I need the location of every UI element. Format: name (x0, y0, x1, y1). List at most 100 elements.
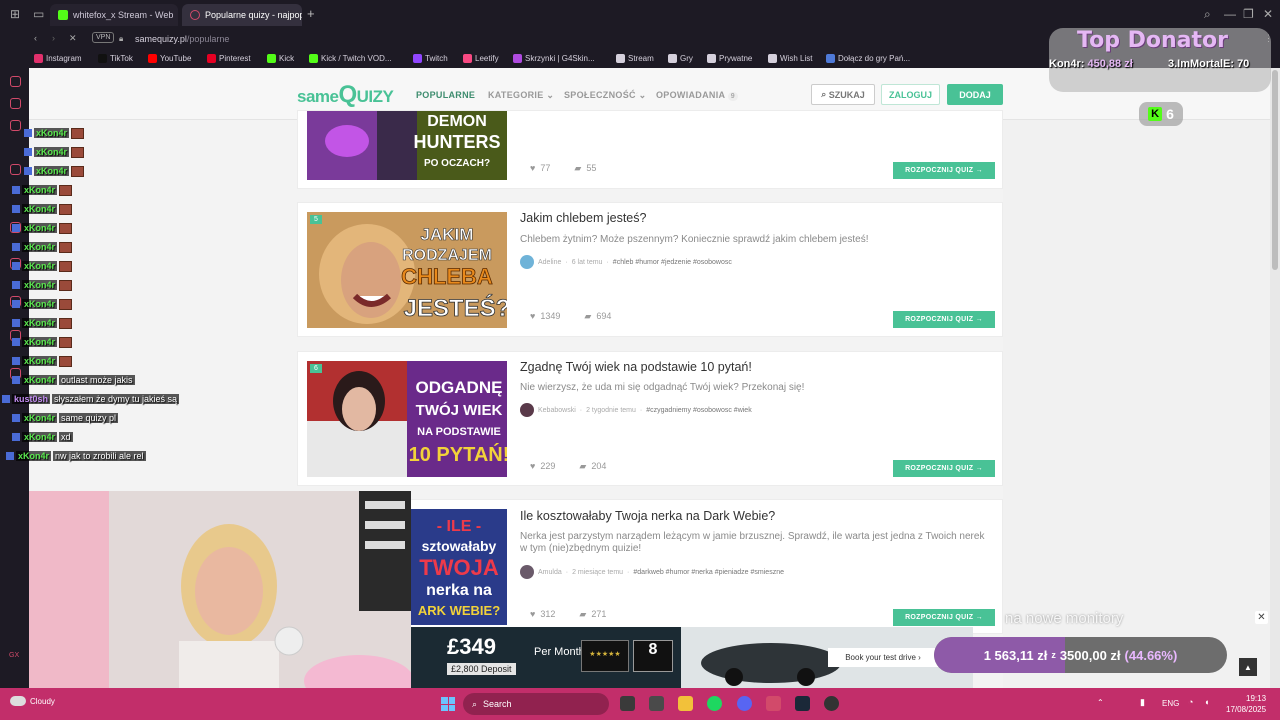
close-ad-button[interactable]: ✕ (1255, 611, 1268, 624)
quiz-title[interactable]: Jakim chlebem jesteś? (520, 211, 646, 225)
gx-icon[interactable]: GX (9, 652, 19, 659)
forward-icon[interactable]: › (52, 33, 55, 43)
bookmark-twitch[interactable]: Twitch (413, 54, 448, 63)
quiz-thumbnail[interactable]: JAKIM RODZAJEM CHLEBA JESTEŚ? 5 (307, 212, 507, 328)
chat-username[interactable]: xKon4r (22, 356, 58, 366)
nav-categories[interactable]: KATEGORIE ⌄ (488, 90, 554, 101)
comments-count[interactable]: ▰ 204 (579, 461, 606, 472)
chat-username[interactable]: xKon4r (22, 337, 58, 347)
obs-icon[interactable] (824, 696, 839, 711)
quiz-thumbnail[interactable]: ODGADNĘ TWÓJ WIEK NA PODSTAWIE 10 PYTAŃ!… (307, 361, 507, 477)
nav-popular[interactable]: POPULARNE (416, 90, 475, 100)
opera-gx-icon[interactable] (766, 696, 781, 711)
task-view-icon[interactable] (620, 696, 635, 711)
gaming-icon[interactable] (10, 120, 21, 131)
likes-count[interactable]: ♥ 77 (530, 163, 550, 174)
spotify-icon[interactable] (707, 696, 722, 711)
discord-icon[interactable] (737, 696, 752, 711)
chat-username[interactable]: kust0sh (12, 394, 51, 404)
chat-username[interactable]: xKon4r (16, 451, 52, 461)
back-to-top-button[interactable]: ▲ (1239, 658, 1257, 676)
weather-widget[interactable]: Cloudy (10, 696, 55, 706)
author-name[interactable]: Kebabowski (538, 407, 576, 414)
author-name[interactable]: Amulda (538, 569, 562, 576)
quiz-title[interactable]: Ile kosztowałaby Twoja nerka na Dark Web… (520, 509, 775, 523)
start-quiz-button[interactable]: ROZPOCZNIJ QUIZ → (893, 460, 995, 477)
chat-username[interactable]: xKon4r (22, 413, 58, 423)
scrollbar-thumb[interactable] (1272, 70, 1278, 270)
bookmark-kick[interactable]: Kick (267, 54, 294, 63)
bookmark-instagram[interactable]: Instagram (34, 54, 82, 63)
search-button[interactable]: ⌕ SZUKAJ (811, 84, 875, 105)
tray-app-icon[interactable]: ▮ (1140, 697, 1145, 708)
likes-count[interactable]: ♥ 312 (530, 609, 555, 620)
bookmark-folder-prywatne[interactable]: Prywatne (707, 54, 752, 63)
new-tab-button[interactable]: + (307, 6, 315, 21)
store-icon[interactable] (649, 696, 664, 711)
vpn-badge[interactable]: VPN (92, 32, 115, 43)
browser-menu-icon[interactable]: ⊞ (10, 7, 20, 21)
taskbar-clock[interactable]: 19:13 17/08/2025 (1226, 693, 1266, 715)
author-name[interactable]: Adeline (538, 259, 561, 266)
samequizy-logo[interactable]: sameQUIZY (297, 81, 394, 109)
wifi-icon[interactable]: ◔ (1188, 697, 1193, 707)
avatar[interactable] (520, 565, 534, 579)
chat-username[interactable]: xKon4r (22, 223, 58, 233)
file-explorer-icon[interactable] (678, 696, 693, 711)
bookmark-leetify[interactable]: Leetify (463, 54, 499, 63)
maximize-icon[interactable]: ❐ (1243, 7, 1254, 21)
bookmark-tiktok[interactable]: TikTok (98, 54, 133, 63)
taskbar-search[interactable]: ⌕ Search (463, 693, 609, 715)
bookmark-folder-wish-list[interactable]: Wish List (768, 54, 812, 63)
avatar[interactable] (520, 255, 534, 269)
bookmark-folder-gry[interactable]: Gry (668, 54, 693, 63)
chat-username[interactable]: xKon4r (22, 280, 58, 290)
back-icon[interactable]: ‹ (34, 33, 37, 43)
url-field[interactable]: samequizy.pl/popularne (135, 34, 229, 44)
quiz-tags[interactable]: #darkweb #humor #nerka #pieniadze #smies… (633, 569, 784, 576)
lock-icon[interactable]: 🔒︎ (119, 34, 123, 44)
quiz-tags[interactable]: #czygadniemy #osobowosc #wiek (646, 407, 751, 414)
bookmark-join-game[interactable]: Dołącz do gry Pań... (826, 54, 910, 63)
chat-username[interactable]: xKon4r (22, 299, 58, 309)
quiz-title[interactable]: Zgadnę Twój wiek na podstawie 10 pytań! (520, 360, 752, 374)
volume-icon[interactable]: ◖ (1204, 697, 1209, 707)
language-indicator[interactable]: ENG (1162, 699, 1179, 708)
bookmark-pinterest[interactable]: Pinterest (207, 54, 251, 63)
car-advertisement[interactable]: £349 Per Month £2,800 Deposit ★★★★★ 8 Bo… (411, 627, 973, 688)
nav-stories[interactable]: OPOWIADANIA 9 (656, 90, 738, 101)
home-icon[interactable] (10, 76, 21, 87)
chat-username[interactable]: xKon4r (22, 375, 58, 385)
tab-popular-quizzes[interactable]: Popularne quizy - najpop (182, 4, 302, 26)
tab-stream[interactable]: whitefox_x Stream - Web (50, 4, 178, 26)
close-icon[interactable]: ✕ (1263, 7, 1273, 21)
bookmark-skrzynki[interactable]: Skrzynki | G4Skin... (513, 54, 595, 63)
comments-count[interactable]: ▰ 271 (579, 609, 606, 620)
tab-manager-icon[interactable]: ▭ (33, 7, 44, 21)
comments-count[interactable]: ▰ 55 (574, 163, 596, 174)
bookmark-folder-stream[interactable]: Stream (616, 54, 654, 63)
tray-overflow-icon[interactable]: ⌃ (1097, 698, 1104, 707)
chat-username[interactable]: xKon4r (22, 204, 58, 214)
chat-username[interactable]: xKon4r (34, 147, 70, 157)
start-quiz-button[interactable]: ROZPOCZNIJ QUIZ → (893, 162, 995, 179)
sidebar-app-icon[interactable] (10, 164, 21, 175)
bookmark-kick-twitch-vod[interactable]: Kick / Twitch VOD... (309, 54, 392, 63)
chat-username[interactable]: xKon4r (22, 185, 58, 195)
chat-username[interactable]: xKon4r (22, 432, 58, 442)
quiz-thumbnail[interactable]: DEMON HUNTERS PO OCZACH? (307, 111, 507, 180)
windows-start-button[interactable] (441, 697, 455, 711)
avatar[interactable] (520, 403, 534, 417)
minimize-icon[interactable]: — (1224, 7, 1236, 21)
bookmark-youtube[interactable]: YouTube (148, 54, 191, 63)
stop-loading-icon[interactable]: ✕ (69, 33, 77, 44)
chat-username[interactable]: xKon4r (22, 318, 58, 328)
chat-username[interactable]: xKon4r (34, 128, 70, 138)
messenger-icon[interactable] (10, 98, 21, 109)
nav-community[interactable]: SPOŁECZNOŚĆ ⌄ (564, 90, 646, 101)
chat-username[interactable]: xKon4r (22, 261, 58, 271)
start-quiz-button[interactable]: ROZPOCZNIJ QUIZ → (893, 311, 995, 328)
likes-count[interactable]: ♥ 1349 (530, 311, 560, 322)
login-button[interactable]: ZALOGUJ (881, 84, 940, 105)
chat-username[interactable]: xKon4r (22, 242, 58, 252)
